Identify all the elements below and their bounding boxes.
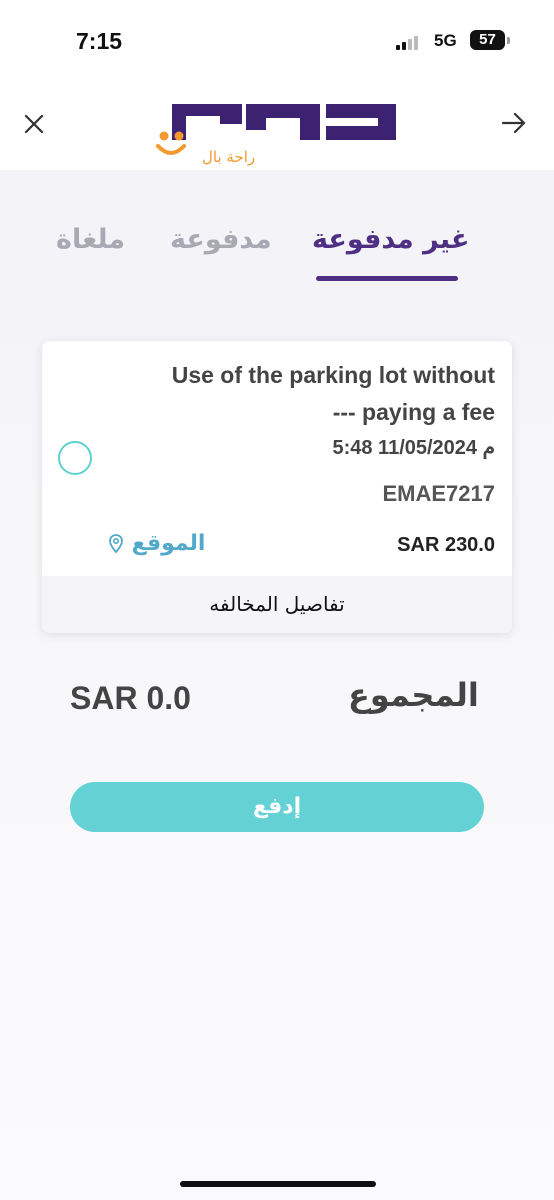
violation-amount: SAR 230.0	[397, 534, 495, 556]
violation-code: EMAE7217	[382, 481, 495, 506]
home-indicator	[180, 1181, 376, 1187]
location-pin-icon	[109, 534, 123, 554]
tab-paid[interactable]: مدفوعة	[170, 224, 272, 255]
violation-details-button[interactable]: تفاصيل المخالفه	[42, 576, 512, 633]
total-value: SAR 0.0	[70, 680, 191, 716]
violation-datetime: 5:48 11/05/2024 م	[332, 437, 495, 459]
network-label: 5G	[434, 31, 457, 50]
signal-icon	[396, 34, 426, 50]
violation-title: Use of the parking lot without --- payin…	[95, 357, 495, 431]
tab-cancelled[interactable]: ملغاة	[56, 224, 125, 255]
location-label: الموقع	[131, 531, 206, 556]
total-label: المجموع	[348, 676, 479, 714]
battery-icon: 57	[470, 30, 505, 50]
select-violation-radio[interactable]	[58, 441, 92, 475]
close-icon	[24, 114, 44, 134]
status-time: 7:15	[76, 28, 123, 54]
tab-unpaid[interactable]: غير مدفوعة	[312, 224, 469, 255]
violation-title-line1: Use of the parking lot without	[171, 362, 495, 388]
logo-tagline: راحة بال	[202, 148, 255, 166]
active-tab-indicator	[316, 276, 458, 281]
app-logo: راحة بال	[150, 96, 402, 168]
close-button[interactable]	[20, 110, 48, 138]
arrow-right-icon	[501, 112, 526, 134]
battery-cap	[507, 37, 510, 44]
pay-button[interactable]: إدفع	[70, 782, 484, 832]
back-button[interactable]	[499, 108, 529, 138]
location-link[interactable]: الموقع	[108, 531, 205, 556]
violation-card[interactable]: Use of the parking lot without --- payin…	[42, 341, 512, 633]
violation-title-line2: --- paying a fee	[332, 399, 495, 425]
